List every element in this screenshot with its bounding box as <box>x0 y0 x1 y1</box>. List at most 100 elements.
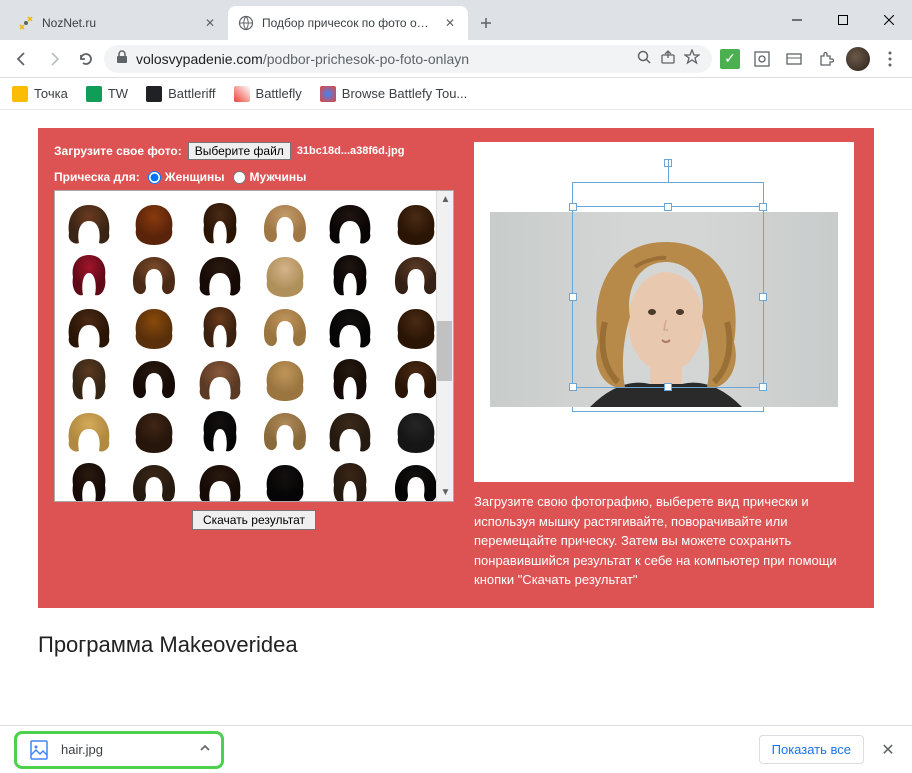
hairstyle-thumbnail[interactable] <box>320 355 380 403</box>
hairstyle-thumbnail[interactable] <box>190 303 250 351</box>
hairstyle-thumbnail[interactable] <box>59 355 119 403</box>
show-all-downloads-button[interactable]: Показать все <box>759 735 864 764</box>
scroll-thumb[interactable] <box>437 321 452 381</box>
hairstyle-thumbnail[interactable] <box>255 251 315 299</box>
right-column: Загрузите свою фотографию, выберете вид … <box>474 142 854 590</box>
resize-handle-n[interactable] <box>664 203 672 211</box>
hairstyle-thumbnail[interactable] <box>59 199 119 247</box>
ext-icon-1[interactable] <box>748 45 776 73</box>
downloads-bar: hair.jpg Показать все ✕ <box>0 725 912 773</box>
tab-favicon <box>18 15 34 31</box>
download-filename: hair.jpg <box>61 742 189 757</box>
resize-handle-w[interactable] <box>569 293 577 301</box>
forward-button[interactable] <box>40 45 68 73</box>
bookmark-item[interactable]: TW <box>86 86 128 102</box>
preview-canvas[interactable] <box>474 142 854 482</box>
resize-frame[interactable] <box>572 206 764 388</box>
extensions-icon[interactable] <box>812 45 840 73</box>
instructions-text: Загрузите свою фотографию, выберете вид … <box>474 492 854 590</box>
close-icon[interactable]: ✕ <box>202 15 218 31</box>
lock-icon <box>116 50 128 67</box>
hairstyle-thumbnail[interactable] <box>255 407 315 455</box>
browser-tab-active[interactable]: Подбор причесок по фото онла ✕ <box>228 6 468 40</box>
resize-handle-sw[interactable] <box>569 383 577 391</box>
close-window-button[interactable] <box>866 0 912 40</box>
resize-handle-ne[interactable] <box>759 203 767 211</box>
hairstyle-thumbnail[interactable] <box>190 355 250 403</box>
ext-checkmark-icon[interactable]: ✓ <box>716 45 744 73</box>
hairstyle-thumbnail[interactable] <box>59 251 119 299</box>
gender-male-radio[interactable] <box>233 171 246 184</box>
hairstyle-thumbnail[interactable] <box>320 199 380 247</box>
resize-handle-s[interactable] <box>664 383 672 391</box>
hairstyle-thumbnail[interactable] <box>190 251 250 299</box>
tab-title: NozNet.ru <box>42 16 194 30</box>
hairstyle-thumbnail[interactable] <box>124 459 184 502</box>
profile-avatar[interactable] <box>844 45 872 73</box>
minimize-button[interactable] <box>774 0 820 40</box>
bookmark-item[interactable]: Battleriff <box>146 86 215 102</box>
section-heading: Программа Makeoveridea <box>38 632 874 658</box>
bookmark-item[interactable]: Точка <box>12 86 68 102</box>
gender-female-label: Женщины <box>165 170 225 184</box>
hairstyle-thumbnail[interactable] <box>320 407 380 455</box>
ext-icon-2[interactable] <box>780 45 808 73</box>
hairstyle-thumbnail[interactable] <box>190 199 250 247</box>
bookmark-item[interactable]: Battlefly <box>234 86 302 102</box>
star-icon[interactable] <box>684 49 700 68</box>
scrollbar[interactable]: ▲ ▼ <box>436 191 453 501</box>
hairstyle-thumbnail[interactable] <box>190 459 250 502</box>
bookmark-item[interactable]: Browse Battlefy Tou... <box>320 86 468 102</box>
scroll-down-icon[interactable]: ▼ <box>437 484 454 501</box>
hairstyle-thumbnail[interactable] <box>59 303 119 351</box>
hairstyle-thumbnail[interactable] <box>320 303 380 351</box>
hairstyle-thumbnail[interactable] <box>124 251 184 299</box>
gender-row: Прическа для: Женщины Мужчины <box>54 170 454 184</box>
hairstyle-thumbnail[interactable] <box>255 199 315 247</box>
browser-toolbar: volosvypadenie.com/podbor-prichesok-po-f… <box>0 40 912 78</box>
hairstyle-grid: ▲ ▼ <box>54 190 454 502</box>
back-button[interactable] <box>8 45 36 73</box>
url-text: volosvypadenie.com/podbor-prichesok-po-f… <box>136 51 628 67</box>
hairstyle-thumbnail[interactable] <box>59 407 119 455</box>
scroll-up-icon[interactable]: ▲ <box>437 191 454 208</box>
upload-row: Загрузите свое фото: Выберите файл 31bc1… <box>54 142 454 160</box>
hairstyle-thumbnail[interactable] <box>124 407 184 455</box>
address-bar[interactable]: volosvypadenie.com/podbor-prichesok-po-f… <box>104 45 712 73</box>
search-icon[interactable] <box>636 49 652 68</box>
choose-file-button[interactable]: Выберите файл <box>188 142 291 160</box>
hairstyle-thumbnail[interactable] <box>190 407 250 455</box>
reload-button[interactable] <box>72 45 100 73</box>
hairstyle-thumbnail[interactable] <box>255 303 315 351</box>
chevron-up-icon[interactable] <box>199 741 211 759</box>
window-controls <box>774 0 912 40</box>
close-downloads-bar[interactable]: ✕ <box>878 740 898 760</box>
upload-label: Загрузите свое фото: <box>54 144 182 158</box>
hairstyle-app: Загрузите свое фото: Выберите файл 31bc1… <box>38 128 874 608</box>
bookmarks-bar: Точка TW Battleriff Battlefly Browse Bat… <box>0 78 912 110</box>
gender-female-radio[interactable] <box>148 171 161 184</box>
hairstyle-thumbnail[interactable] <box>124 199 184 247</box>
hairstyle-thumbnail[interactable] <box>255 355 315 403</box>
hairstyle-thumbnail[interactable] <box>124 355 184 403</box>
menu-icon[interactable] <box>876 45 904 73</box>
download-item[interactable]: hair.jpg <box>14 731 224 769</box>
share-icon[interactable] <box>660 49 676 68</box>
window-titlebar: NozNet.ru ✕ Подбор причесок по фото онла… <box>0 0 912 40</box>
hairstyle-thumbnail[interactable] <box>320 251 380 299</box>
download-result-button[interactable]: Скачать результат <box>192 510 316 530</box>
page-content: Загрузите свое фото: Выберите файл 31bc1… <box>0 110 912 725</box>
tab-title: Подбор причесок по фото онла <box>262 16 434 30</box>
resize-handle-nw[interactable] <box>569 203 577 211</box>
new-tab-button[interactable] <box>472 9 500 37</box>
hairstyle-thumbnail[interactable] <box>255 459 315 502</box>
hairstyle-thumbnail[interactable] <box>320 459 380 502</box>
hairstyle-thumbnail[interactable] <box>124 303 184 351</box>
uploaded-filename: 31bc18d...a38f6d.jpg <box>297 145 405 157</box>
resize-handle-e[interactable] <box>759 293 767 301</box>
close-icon[interactable]: ✕ <box>442 15 458 31</box>
hairstyle-thumbnail[interactable] <box>59 459 119 502</box>
browser-tab-inactive[interactable]: NozNet.ru ✕ <box>8 6 228 40</box>
maximize-button[interactable] <box>820 0 866 40</box>
resize-handle-se[interactable] <box>759 383 767 391</box>
